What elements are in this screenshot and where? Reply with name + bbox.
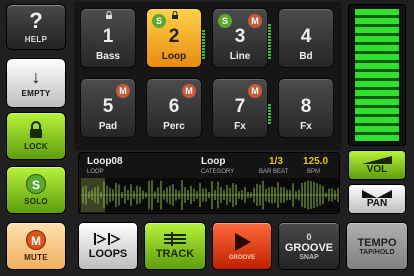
pad-5[interactable]: M 5 Pad — [80, 78, 136, 138]
loop-info-panel: Loop08 LOOP Loop CATEGORY 1/3 BAR BEAT 1… — [78, 152, 340, 214]
empty-button[interactable]: ↓ EMPTY — [6, 58, 66, 108]
mute-button[interactable]: M MUTE — [6, 222, 66, 270]
tempo-label: TEMPO — [357, 236, 397, 249]
app-window: ? HELP ↓ EMPTY LOCK S SOLO M MUTE 1 Bass… — [0, 0, 414, 276]
volume-ramp-icon — [362, 155, 392, 164]
solo-label: SOLO — [24, 197, 48, 206]
pad-name: Perc — [163, 121, 185, 132]
pad-name: Fx — [300, 121, 312, 132]
pad-number: 7 — [234, 96, 246, 117]
groove-snap-button[interactable]: 0 GROOVE SNAP — [278, 222, 340, 270]
pad-6[interactable]: M 6 Perc — [146, 78, 202, 138]
track-button[interactable]: TRACK — [144, 222, 206, 270]
solo-button[interactable]: S SOLO — [6, 166, 66, 214]
lock-button[interactable]: LOCK — [6, 112, 66, 160]
groove-snap-label: SNAP — [299, 253, 319, 261]
pad-number: 1 — [102, 26, 114, 47]
play-icon — [235, 233, 251, 251]
loops-button[interactable]: LOOPS — [78, 222, 138, 270]
mute-label: MUTE — [24, 253, 48, 262]
pad-number: 4 — [300, 26, 312, 47]
bpm-value: 125.0 — [303, 156, 329, 167]
pad-level-meter — [268, 24, 271, 60]
play-groove-button[interactable]: GROOVE — [212, 222, 272, 270]
arrow-down-icon: ↓ — [31, 67, 41, 87]
category-value: Loop — [201, 156, 226, 167]
loops-icon — [94, 233, 121, 245]
groove-snap-value: 0 — [306, 231, 312, 242]
bar-beat-value: 1/3 — [269, 156, 283, 167]
vol-label: VOL — [366, 163, 388, 175]
loop-name: Loop08 — [87, 156, 123, 167]
help-label: HELP — [24, 35, 48, 44]
pad-2[interactable]: S 2 Loop — [146, 8, 202, 68]
pad-7[interactable]: M 7 Fx — [212, 78, 268, 138]
play-groove-label: GROOVE — [228, 255, 256, 261]
pad-number: 8 — [300, 96, 312, 117]
waveform[interactable] — [81, 178, 339, 212]
pad-name: Bass — [96, 51, 120, 62]
lock-icon — [106, 11, 112, 19]
lock-icon — [172, 11, 178, 19]
solo-icon: S — [26, 174, 46, 194]
track-icon — [164, 232, 186, 246]
empty-label: EMPTY — [21, 89, 51, 98]
tap-hold-label: TAP/HOLD — [359, 248, 395, 256]
category-label: CATEGORY — [201, 169, 235, 175]
lock-icon — [30, 121, 42, 138]
pad-number: 5 — [102, 96, 114, 117]
pad-8[interactable]: 8 Fx — [278, 78, 334, 138]
master-level-meter — [348, 4, 406, 146]
bar-beat-label: BAR BEAT — [259, 169, 289, 175]
pad-name: Bd — [299, 51, 313, 62]
track-label: TRACK — [155, 248, 195, 260]
pad-1[interactable]: 1 Bass — [80, 8, 136, 68]
pad-number: 6 — [168, 96, 180, 117]
vol-button[interactable]: VOL — [348, 150, 406, 180]
help-icon: ? — [29, 8, 43, 33]
pan-label: PAN — [366, 197, 388, 209]
pan-icon — [362, 189, 392, 198]
pad-number: 3 — [234, 26, 246, 47]
pad-name: Loop — [161, 51, 187, 62]
pad-3[interactable]: S M 3 Line — [212, 8, 268, 68]
pad-level-meter — [202, 30, 205, 60]
loops-label: LOOPS — [88, 248, 128, 260]
pan-button[interactable]: PAN — [348, 184, 406, 214]
tempo-tap-button[interactable]: TEMPO TAP/HOLD — [346, 222, 408, 270]
bpm-label: BPM — [307, 169, 321, 175]
loop-label: LOOP — [87, 169, 104, 175]
pad-name: Line — [229, 51, 251, 62]
pad-name: Fx — [234, 121, 246, 132]
pad-number: 2 — [168, 26, 180, 47]
lock-label: LOCK — [24, 142, 48, 151]
mute-icon: M — [26, 230, 46, 250]
help-button[interactable]: ? HELP — [6, 4, 66, 50]
pad-level-meter — [268, 104, 271, 125]
pad-name: Pad — [98, 121, 118, 132]
pad-4[interactable]: 4 Bd — [278, 8, 334, 68]
groove-snap-title: GROOVE — [284, 241, 334, 254]
